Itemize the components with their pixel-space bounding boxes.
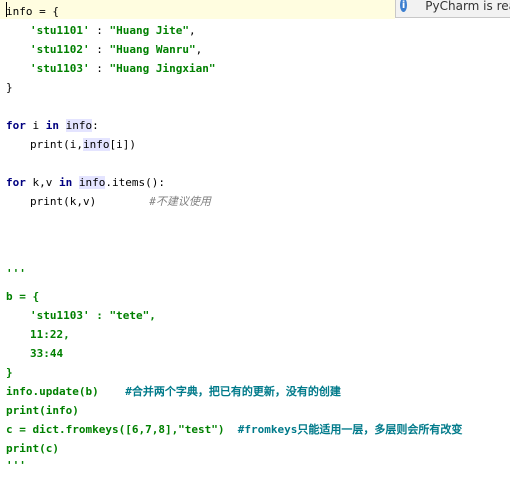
code-line-1[interactable]: info = {: [6, 2, 59, 21]
identifier-info: info: [6, 5, 33, 18]
code-text: :: [89, 24, 110, 37]
code-line-8[interactable]: print(i,info[i]): [30, 135, 136, 154]
code-text: ,: [195, 43, 203, 56]
code-line-19[interactable]: }: [6, 363, 13, 382]
string-literal: 'stu1101': [30, 24, 90, 37]
builtin-function: print: [30, 195, 64, 208]
string-literal: ''': [6, 267, 26, 280]
keyword: for: [6, 176, 26, 189]
string-literal: c = dict.fromkeys([6,7,8],"test"): [6, 423, 225, 436]
code-line-20[interactable]: info.update(b) #合并两个字典，把已有的更新，没有的创建: [6, 382, 341, 401]
code-line-17[interactable]: 11:22,: [30, 325, 70, 344]
string-literal: print(info): [6, 404, 79, 417]
string-literal: [99, 385, 126, 398]
string-literal: 'stu1102': [30, 43, 90, 56]
code-line-docstring-open[interactable]: ''': [6, 264, 26, 283]
code-text: [i]): [109, 138, 137, 151]
string-comment: #fromkeys只能适用一层，多层则会所有改变: [237, 423, 463, 436]
code-text: (i,: [63, 138, 83, 151]
string-literal: 11:22,: [30, 328, 70, 341]
code-text: .items():: [105, 176, 165, 189]
code-line-2[interactable]: 'stu1101' : "Huang Jite",: [30, 21, 196, 40]
code-line-15[interactable]: b = {: [6, 287, 39, 306]
code-line-docstring-close[interactable]: ''': [6, 456, 26, 475]
string-literal: ''': [6, 459, 26, 472]
code-line-3[interactable]: 'stu1102' : "Huang Wanru",: [30, 40, 202, 59]
string-literal: ,: [149, 309, 156, 322]
code-text: (k,v): [63, 195, 97, 208]
string-literal: "Huang Jite": [109, 24, 189, 37]
pycharm-notification[interactable]: i PyCharm is rea: [395, 0, 510, 18]
string-literal: :: [89, 309, 110, 322]
code-line-11[interactable]: print(k,v) #不建议使用: [30, 192, 211, 211]
string-literal: "tete": [109, 309, 150, 322]
string-literal: 'stu1103': [30, 62, 90, 75]
code-line-7[interactable]: for i in info:: [6, 116, 99, 135]
string-literal: print(c): [6, 442, 59, 455]
string-literal: info.update(b): [6, 385, 99, 398]
code-text: i: [25, 119, 46, 132]
code-line-18[interactable]: 33:44: [30, 344, 63, 363]
string-literal: [225, 423, 238, 436]
code-line-22[interactable]: c = dict.fromkeys([6,7,8],"test") #fromk…: [6, 420, 462, 439]
current-line-highlight: [0, 0, 395, 19]
code-text: k,v: [25, 176, 59, 189]
code-line-10[interactable]: for k,v in info.items():: [6, 173, 165, 192]
code-text: ,: [188, 24, 196, 37]
string-literal: }: [6, 366, 13, 379]
keyword: for: [6, 119, 26, 132]
code-text: :: [89, 43, 110, 56]
identifier-info: info: [65, 119, 93, 132]
string-comment: #合并两个字典，把已有的更新，没有的创建: [125, 385, 341, 398]
code-editor[interactable]: info = { 'stu1101' : "Huang Jite", 'stu1…: [0, 0, 510, 488]
string-literal: b = {: [6, 290, 40, 303]
code-line-16[interactable]: 'stu1103' : "tete",: [30, 306, 156, 325]
info-icon: i: [400, 0, 408, 12]
string-literal: 33:44: [30, 347, 64, 360]
code-line-5[interactable]: }: [6, 78, 13, 97]
keyword: in: [59, 176, 73, 189]
identifier-info: info: [83, 138, 110, 151]
builtin-function: print: [30, 138, 64, 151]
code-text: }: [6, 81, 13, 94]
string-literal: "Huang Jingxian": [109, 62, 216, 75]
code-line-4[interactable]: 'stu1103' : "Huang Jingxian": [30, 59, 215, 78]
notification-text: PyCharm is rea: [425, 0, 510, 13]
comment: #不建议使用: [149, 195, 211, 208]
identifier-info: info: [78, 176, 106, 189]
string-literal: "Huang Wanru": [109, 43, 196, 56]
string-literal: 'stu1103': [30, 309, 90, 322]
keyword: in: [45, 119, 59, 132]
code-text: :: [92, 119, 99, 132]
code-text: :: [89, 62, 110, 75]
code-text: = {: [32, 5, 59, 18]
code-line-21[interactable]: print(info): [6, 401, 79, 420]
